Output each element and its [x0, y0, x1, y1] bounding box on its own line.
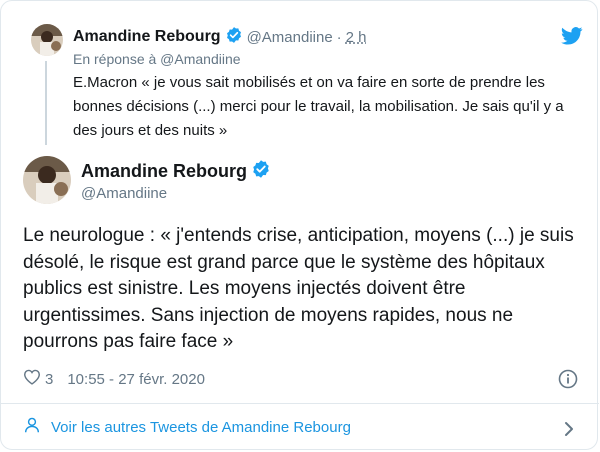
- twitter-bird-icon[interactable]: [561, 27, 583, 50]
- divider: [1, 403, 599, 404]
- main-author-name[interactable]: Amandine Rebourg: [81, 161, 247, 182]
- parent-header: Amandine Rebourg @Amandiine · 2 h: [73, 26, 367, 48]
- chevron-right-icon[interactable]: [564, 421, 574, 442]
- tweet-meta: 3 10:55 - 27 févr. 2020: [23, 369, 205, 389]
- info-icon[interactable]: [558, 369, 578, 394]
- separator-dot: ·: [336, 28, 342, 46]
- more-tweets-link[interactable]: Voir les autres Tweets de Amandine Rebou…: [23, 415, 579, 439]
- main-handle[interactable]: @Amandiine: [81, 185, 167, 202]
- heart-icon[interactable]: [23, 369, 41, 389]
- verified-badge-icon: [225, 26, 243, 49]
- parent-avatar[interactable]: [31, 24, 63, 56]
- verified-badge-icon: [251, 159, 271, 184]
- parent-author-name[interactable]: Amandine Rebourg: [73, 28, 221, 46]
- main-tweet-text: Le neurologue : « j'entends crise, antic…: [23, 225, 574, 352]
- more-tweets-label[interactable]: Voir les autres Tweets de Amandine Rebou…: [51, 419, 351, 436]
- person-icon: [23, 416, 41, 438]
- like-count[interactable]: 3: [45, 371, 53, 388]
- tweet-datetime[interactable]: 10:55 - 27 févr. 2020: [67, 371, 205, 388]
- parent-tweet-text: E.Macron « je vous sait mobilisés et on …: [73, 74, 564, 139]
- parent-handle[interactable]: @Amandiine: [247, 29, 333, 46]
- thread-line: [45, 61, 47, 145]
- reply-to-label[interactable]: En réponse à @Amandiine: [73, 51, 241, 67]
- main-avatar[interactable]: [23, 156, 71, 204]
- main-author-row: Amandine Rebourg: [81, 159, 271, 184]
- parent-timestamp[interactable]: 2 h: [346, 29, 367, 46]
- tweet-embed-card: Amandine Rebourg @Amandiine · 2 h En rép…: [0, 0, 599, 450]
